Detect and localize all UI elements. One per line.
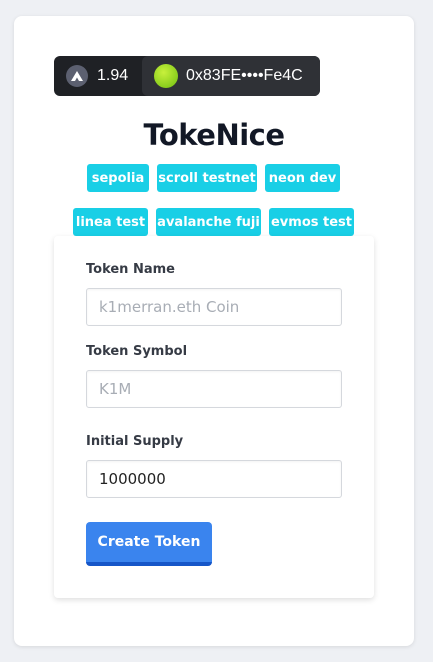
chain-tag-avalanche-fuji[interactable]: avalanche fuji	[156, 208, 261, 236]
chain-tag-neon-dev[interactable]: neon dev	[265, 164, 340, 192]
account-avatar	[154, 64, 178, 88]
create-token-button[interactable]: Create Token	[86, 522, 212, 566]
app-title: TokeNice	[143, 118, 285, 152]
token-name-label: Token Name	[86, 262, 175, 277]
account-address: 0x83FE••••Fe4C	[186, 67, 303, 84]
token-name-input[interactable]	[86, 288, 342, 326]
wallet-bar: 1.94 0x83FE••••Fe4C	[54, 56, 320, 96]
account-address-button[interactable]: 0x83FE••••Fe4C	[142, 56, 320, 96]
chain-tag-linea-test[interactable]: linea test	[73, 208, 148, 236]
balance-value: 1.94	[97, 67, 129, 84]
token-symbol-label: Token Symbol	[86, 344, 188, 359]
initial-supply-input[interactable]	[86, 460, 342, 498]
chain-tag-sepolia[interactable]: sepolia	[87, 164, 149, 192]
avalanche-icon	[66, 65, 88, 87]
chain-tag-evmos-test[interactable]: evmos test	[269, 208, 354, 236]
token-symbol-input[interactable]	[86, 370, 342, 408]
balance-display[interactable]: 1.94	[54, 56, 142, 96]
chain-tag-scroll-testnet[interactable]: scroll testnet	[157, 164, 257, 192]
initial-supply-label: Initial Supply	[86, 434, 184, 449]
